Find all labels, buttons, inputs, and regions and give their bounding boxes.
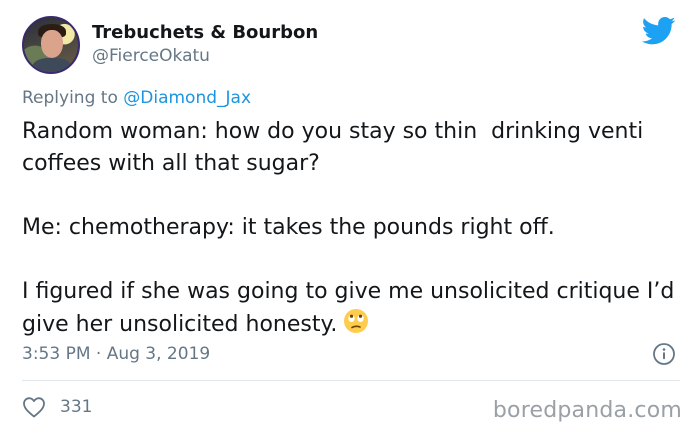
reply-prefix: Replying to [22, 88, 124, 108]
divider [22, 380, 680, 381]
source-watermark: boredpanda.com [492, 398, 682, 423]
reply-context: Replying to @Diamond_Jax [22, 88, 251, 108]
user-handle[interactable]: @FierceOkatu [92, 46, 210, 66]
like-count: 331 [60, 397, 93, 417]
heart-icon[interactable] [22, 396, 46, 418]
tweet-card: Trebuchets & Bourbon @FierceOkatu Replyi… [0, 0, 700, 434]
tweet-paragraph-3: I figured if she was going to give me un… [22, 276, 682, 341]
tweet-paragraph-1: Random woman: how do you stay so thin dr… [22, 119, 651, 176]
avatar[interactable] [22, 16, 80, 74]
info-icon[interactable] [652, 342, 676, 366]
reply-mention-link[interactable]: @Diamond_Jax [123, 88, 251, 108]
display-name[interactable]: Trebuchets & Bourbon [92, 22, 318, 43]
face-with-rolling-eyes-emoji [344, 309, 369, 333]
twitter-bird-icon[interactable] [642, 16, 676, 46]
tweet-text: Random woman: how do you stay so thin dr… [22, 116, 682, 341]
like-action[interactable]: 331 [22, 396, 92, 418]
tweet-timestamp[interactable]: 3:53 PM · Aug 3, 2019 [22, 344, 210, 364]
tweet-paragraph-2: Me: chemotherapy: it takes the pounds ri… [22, 215, 555, 240]
